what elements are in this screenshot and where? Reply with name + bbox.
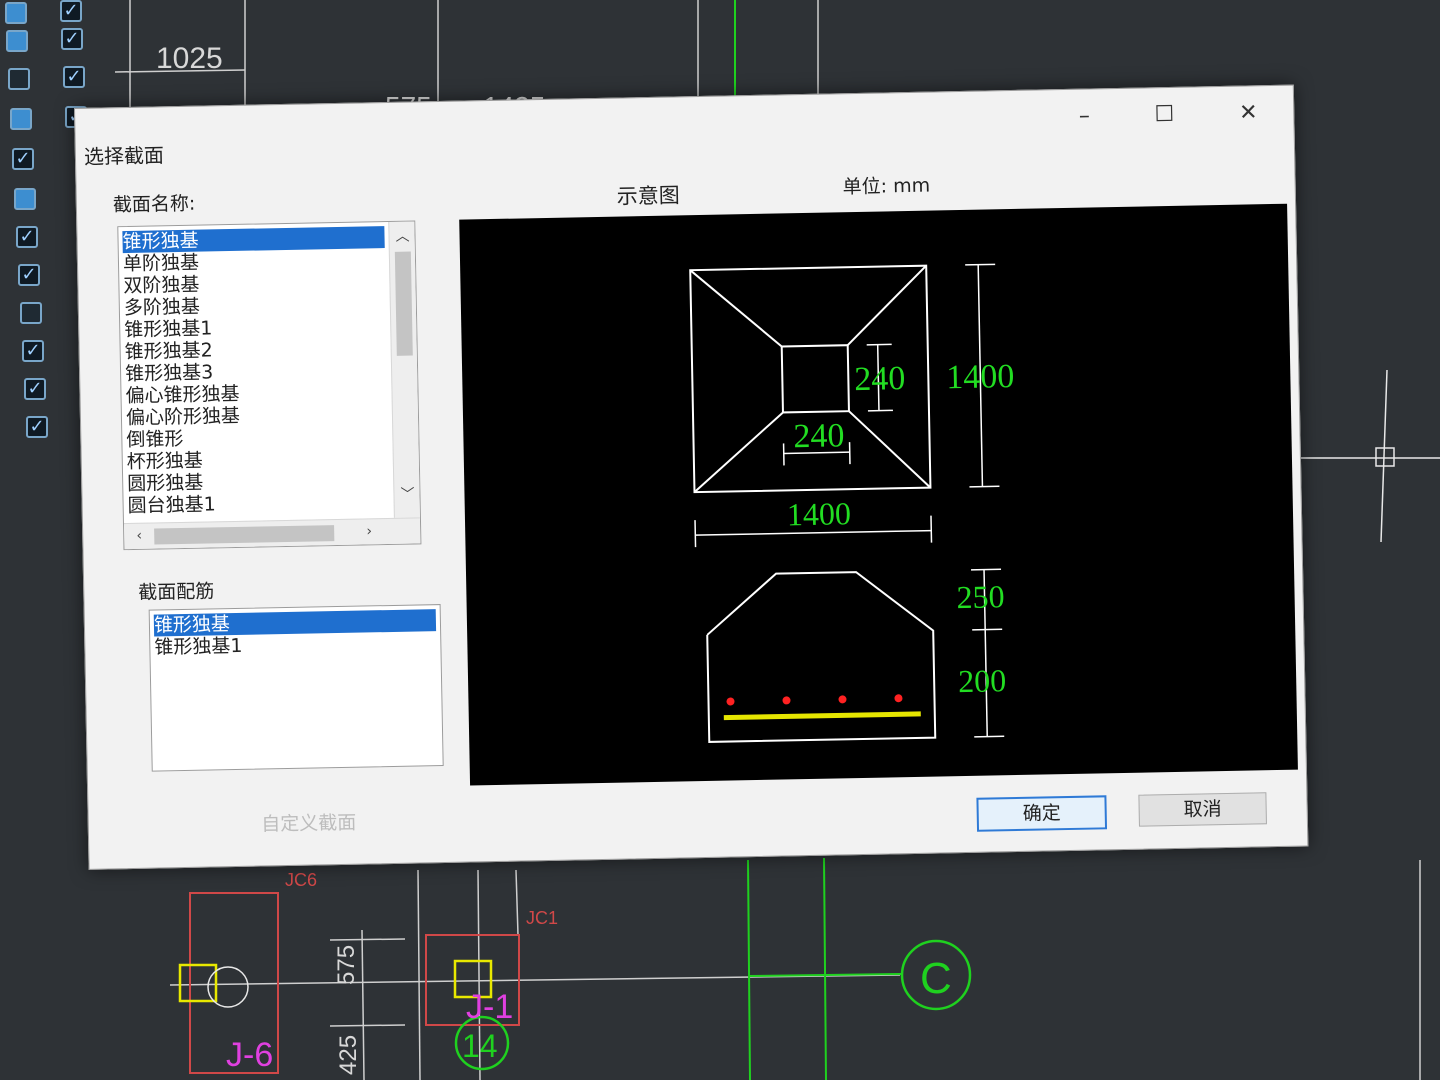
dialog-title: 选择截面 [83, 143, 165, 169]
plan-inner-square [780, 344, 850, 414]
ok-button[interactable]: 确定 [976, 795, 1108, 832]
axis-label-c: C [920, 954, 952, 1003]
rebar-bar [723, 711, 921, 721]
dim-inner-width: 240 [793, 417, 845, 455]
label-jc1: JC1 [526, 908, 558, 928]
scroll-up-icon[interactable]: ︿ [393, 226, 411, 246]
layer-visible-checkbox[interactable]: ✓ [61, 28, 83, 50]
dim-425: 425 [335, 1035, 362, 1075]
dim-total-height: 1400 [946, 358, 1015, 396]
preview-canvas: 240 240 1400 1400 250 200 [459, 203, 1298, 786]
label-jc6: JC6 [285, 870, 317, 890]
dim-inner-height: 240 [854, 360, 906, 398]
rebar-dot [838, 695, 847, 704]
axis-label-14: 14 [462, 1028, 498, 1064]
minimize-icon[interactable]: – [1063, 99, 1106, 134]
layer-color-swatch[interactable] [5, 2, 27, 24]
layer-visible-checkbox[interactable]: ✓ [22, 340, 44, 362]
layer-color-swatch[interactable] [20, 302, 42, 324]
rebar-dot [782, 696, 791, 705]
rebar-dot [894, 694, 903, 703]
dim-total-width: 1400 [787, 495, 852, 532]
layer-color-swatch[interactable] [6, 30, 28, 52]
unit-label: 单位: mm [842, 174, 931, 199]
preview-label: 示意图 [616, 183, 681, 209]
scroll-left-icon[interactable]: ‹ [130, 528, 148, 544]
layer-color-swatch[interactable] [14, 188, 36, 210]
cancel-button[interactable]: 取消 [1138, 792, 1267, 827]
section-list-item[interactable]: 圆台独基1 [127, 490, 389, 517]
dim-1025: 1025 [156, 42, 223, 75]
layer-visible-checkbox[interactable]: ✓ [60, 0, 82, 22]
label-j1: J-1 [466, 988, 513, 1026]
rebar-label: 截面配筋 [138, 580, 215, 604]
scroll-thumb[interactable] [154, 525, 335, 545]
section-name-label: 截面名称: [112, 192, 196, 217]
close-icon[interactable]: ✕ [1227, 96, 1270, 131]
rebar-list-item[interactable]: 锥形独基1 [154, 631, 436, 659]
select-section-dialog: 选择截面 – ☐ ✕ 截面名称: 示意图 单位: mm 锥形独基 单阶独基 双阶独基… [74, 84, 1309, 870]
layer-visible-checkbox[interactable]: ✓ [18, 264, 40, 286]
scroll-right-icon[interactable]: › [360, 523, 378, 539]
custom-section-button[interactable]: 自定义截面 [239, 807, 380, 840]
dim-section-top: 250 [956, 578, 1005, 615]
foundation-diagram: 240 240 1400 1400 250 200 [689, 263, 1015, 743]
layer-visible-checkbox[interactable]: ✓ [12, 148, 34, 170]
layer-visible-checkbox[interactable]: ✓ [63, 66, 85, 88]
section-list-vscroll[interactable]: ︿ ﹀ [388, 221, 421, 518]
dim-575: 575 [333, 945, 360, 985]
layer-color-swatch[interactable] [8, 68, 30, 90]
rebar-dot [726, 697, 735, 706]
maximize-icon[interactable]: ☐ [1143, 98, 1186, 133]
layer-color-swatch[interactable] [10, 108, 32, 130]
section-list-hscroll[interactable]: ‹ › [123, 517, 421, 551]
layer-visible-checkbox[interactable]: ✓ [24, 378, 46, 400]
layer-visible-checkbox[interactable]: ✓ [26, 416, 48, 438]
dim-section-bottom: 200 [958, 662, 1007, 699]
scroll-down-icon[interactable]: ﹀ [398, 483, 416, 503]
layer-visible-checkbox[interactable]: ✓ [16, 226, 38, 248]
rebar-listbox[interactable]: 锥形独基 锥形独基1 [148, 604, 444, 772]
label-j6: J-6 [226, 1036, 273, 1074]
scroll-thumb[interactable] [394, 251, 413, 356]
section-listbox[interactable]: 锥形独基 单阶独基 双阶独基 多阶独基 锥形独基1 锥形独基2 锥形独基3 偏心锥形独基 偏心阶… [117, 220, 422, 551]
